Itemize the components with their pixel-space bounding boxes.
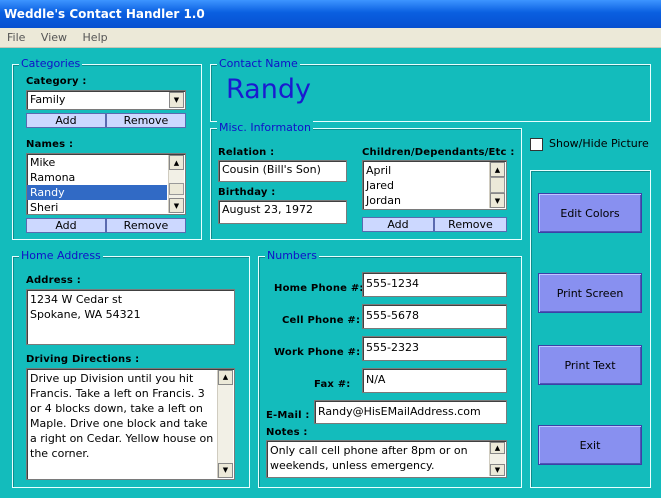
list-item[interactable]: Jordan — [363, 193, 506, 208]
children-add-button[interactable]: Add — [362, 217, 434, 232]
scroll-up-icon[interactable]: ▲ — [490, 162, 505, 177]
notes-value: Only call cell phone after 8pm or on wee… — [270, 444, 468, 472]
work-phone-value: 555-2323 — [366, 341, 419, 354]
list-item[interactable]: April — [363, 163, 506, 178]
scroll-thumb[interactable] — [169, 183, 184, 195]
category-add-button[interactable]: Add — [26, 113, 106, 128]
scroll-up-icon[interactable]: ▲ — [218, 370, 233, 385]
list-item-selected[interactable]: Randy — [27, 185, 167, 200]
notes-field[interactable]: Only call cell phone after 8pm or on wee… — [266, 440, 507, 478]
menu-file[interactable]: File — [0, 28, 30, 44]
contact-name-group-title: Contact Name — [217, 57, 300, 71]
scroll-down-icon[interactable]: ▼ — [169, 198, 184, 213]
category-value: Family — [30, 93, 66, 106]
show-hide-picture-checkbox[interactable] — [530, 138, 543, 151]
scroll-up-icon[interactable]: ▲ — [169, 155, 184, 170]
cell-phone-field[interactable]: 555-5678 — [362, 304, 507, 329]
fax-label: Fax #: — [314, 379, 351, 390]
notes-label: Notes : — [266, 427, 308, 438]
scroll-down-icon[interactable]: ▼ — [490, 193, 505, 208]
children-list[interactable]: April Jared Jordan ▲ ▼ — [362, 160, 507, 210]
email-value: Randy@HisEMailAddress.com — [318, 405, 481, 418]
list-item[interactable]: Jared — [363, 178, 506, 193]
children-label: Children/Dependants/Etc : — [362, 147, 515, 158]
birthday-value: August 23, 1972 — [222, 203, 313, 216]
notes-scrollbar[interactable]: ▲ ▼ — [489, 442, 505, 476]
contact-name-value: Randy — [226, 74, 311, 105]
list-item[interactable]: Sheri — [27, 200, 185, 214]
directions-scrollbar[interactable]: ▲ ▼ — [217, 370, 233, 478]
address-line-1: 1234 W Cedar st — [30, 293, 123, 306]
cell-phone-label: Cell Phone #: — [282, 315, 361, 326]
fax-value: N/A — [366, 373, 386, 386]
menu-bar: File View Help — [0, 28, 661, 48]
names-label: Names : — [26, 139, 74, 150]
work-phone-label: Work Phone #: — [274, 347, 361, 358]
print-text-button[interactable]: Print Text — [538, 345, 642, 385]
exit-button[interactable]: Exit — [538, 425, 642, 465]
email-label: E-Mail : — [266, 410, 310, 421]
client-area: Categories Category : Family ▼ Add Remov… — [0, 48, 661, 498]
home-phone-label: Home Phone #: — [274, 283, 364, 294]
category-remove-button[interactable]: Remove — [106, 113, 186, 128]
children-scrollbar[interactable]: ▲ ▼ — [489, 162, 505, 208]
work-phone-field[interactable]: 555-2323 — [362, 336, 507, 361]
cell-phone-value: 555-5678 — [366, 309, 419, 322]
directions-value: Drive up Division until you hit Francis.… — [30, 372, 214, 460]
scroll-up-icon[interactable]: ▲ — [490, 442, 505, 454]
categories-group-title: Categories — [19, 57, 83, 71]
address-line-2: Spokane, WA 54321 — [30, 308, 141, 321]
directions-label: Driving Directions : — [26, 354, 140, 365]
fax-field[interactable]: N/A — [362, 368, 507, 393]
relation-field[interactable]: Cousin (Bill's Son) — [218, 160, 347, 182]
print-screen-button[interactable]: Print Screen — [538, 273, 642, 313]
address-label: Address : — [26, 275, 81, 286]
window-title: Weddle's Contact Handler 1.0 — [4, 7, 205, 21]
scroll-down-icon[interactable]: ▼ — [490, 464, 505, 476]
directions-field[interactable]: Drive up Division until you hit Francis.… — [26, 368, 235, 480]
scroll-down-icon[interactable]: ▼ — [218, 463, 233, 478]
edit-colors-button[interactable]: Edit Colors — [538, 193, 642, 233]
names-list[interactable]: Mike Ramona Randy Sheri ▲ ▼ — [26, 153, 186, 215]
menu-view[interactable]: View — [34, 28, 72, 44]
window-titlebar[interactable]: Weddle's Contact Handler 1.0 — [0, 0, 661, 28]
numbers-group-title: Numbers — [265, 249, 319, 263]
menu-help[interactable]: Help — [76, 28, 113, 44]
scroll-thumb[interactable] — [490, 177, 505, 193]
address-field[interactable]: 1234 W Cedar st Spokane, WA 54321 — [26, 289, 235, 345]
birthday-field[interactable]: August 23, 1972 — [218, 200, 347, 224]
list-item[interactable]: Mike — [27, 155, 185, 170]
children-remove-button[interactable]: Remove — [434, 217, 507, 232]
names-add-button[interactable]: Add — [26, 218, 106, 233]
names-remove-button[interactable]: Remove — [106, 218, 186, 233]
home-phone-value: 555-1234 — [366, 277, 419, 290]
names-scrollbar[interactable]: ▲ ▼ — [168, 155, 184, 213]
home-address-group-title: Home Address — [19, 249, 103, 263]
category-label: Category : — [26, 76, 87, 87]
relation-value: Cousin (Bill's Son) — [222, 163, 321, 176]
misc-info-group-title: Misc. Informaton — [217, 121, 313, 135]
chevron-down-icon[interactable]: ▼ — [169, 92, 184, 108]
relation-label: Relation : — [218, 147, 275, 158]
list-item[interactable]: Ramona — [27, 170, 185, 185]
email-field[interactable]: Randy@HisEMailAddress.com — [314, 400, 507, 424]
birthday-label: Birthday : — [218, 187, 276, 198]
category-select[interactable]: Family ▼ — [26, 90, 186, 110]
show-hide-picture-label[interactable]: Show/Hide Picture — [549, 137, 649, 150]
home-phone-field[interactable]: 555-1234 — [362, 272, 507, 297]
